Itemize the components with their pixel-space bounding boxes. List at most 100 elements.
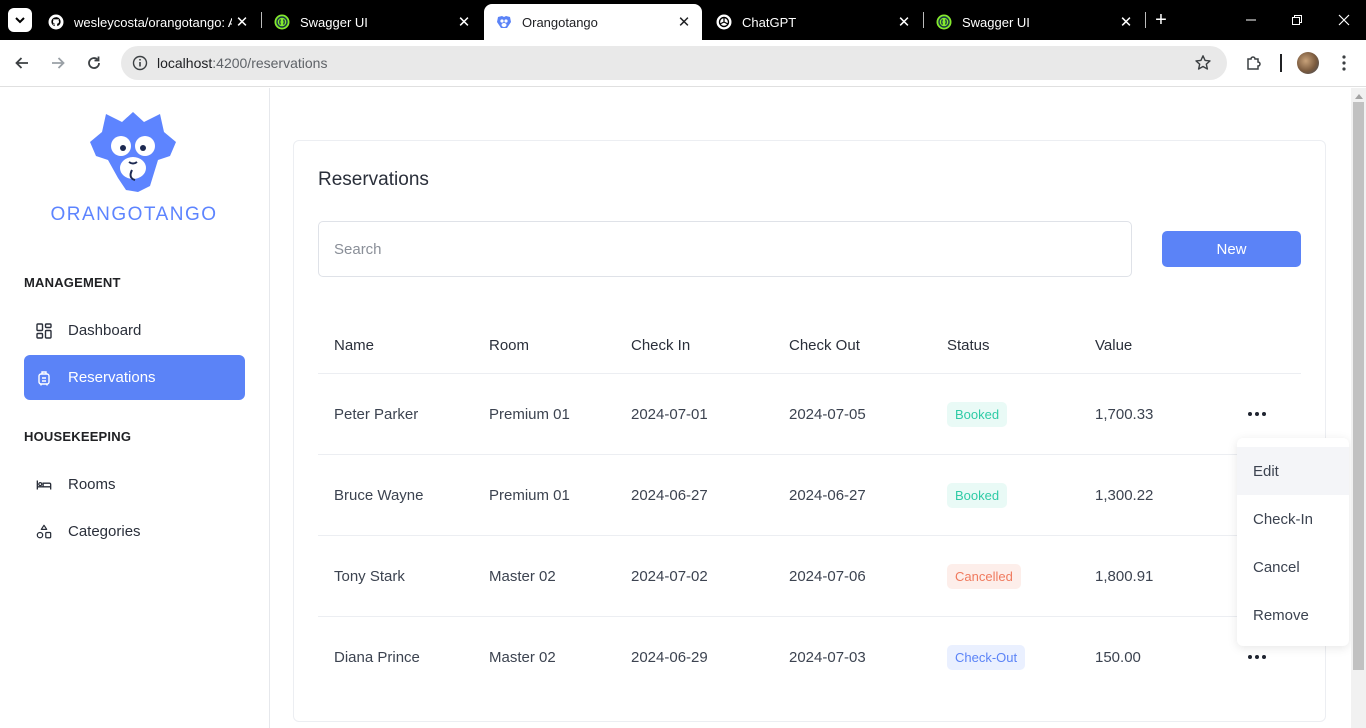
menu-item-edit[interactable]: Edit <box>1237 447 1349 495</box>
column-header-room[interactable]: Room <box>489 337 529 354</box>
cell-room: Master 02 <box>489 649 556 666</box>
status-badge: Cancelled <box>947 564 1021 589</box>
menu-item-check-in[interactable]: Check-In <box>1237 495 1349 543</box>
cell-check-out: 2024-07-06 <box>789 568 866 585</box>
address-bar[interactable]: localhost:4200/reservations <box>121 46 1227 80</box>
restore-icon <box>1292 15 1302 25</box>
table-row: Tony Stark Master 02 2024-07-02 2024-07-… <box>318 536 1301 617</box>
url-path: :4200/reservations <box>212 55 328 71</box>
cell-value: 150.00 <box>1095 649 1141 666</box>
row-actions-menu: Edit Check-In Cancel Remove <box>1237 438 1349 646</box>
cell-name: Tony Stark <box>334 568 405 585</box>
tab-title: wesleycosta/orangotango: A <box>74 14 232 30</box>
browser-tab-active[interactable]: Orangotango ✕ <box>484 4 702 40</box>
scrollbar-thumb[interactable] <box>1353 102 1364 670</box>
cell-name: Peter Parker <box>334 406 419 423</box>
browser-tab[interactable]: Swagger UI ✕ <box>262 4 482 40</box>
minimize-icon <box>1246 19 1256 21</box>
scroll-up-arrow-icon[interactable] <box>1351 90 1366 102</box>
close-icon[interactable]: ✕ <box>894 12 914 32</box>
close-icon <box>1338 14 1350 26</box>
cell-value: 1,300.22 <box>1095 487 1154 504</box>
column-header-value[interactable]: Value <box>1095 337 1132 354</box>
sidebar-item-rooms[interactable]: Rooms <box>24 462 245 507</box>
menu-item-remove[interactable]: Remove <box>1237 591 1349 639</box>
column-header-check-in[interactable]: Check In <box>631 337 690 354</box>
bookmark-star-icon[interactable] <box>1193 53 1213 73</box>
page-title: Reservations <box>318 169 429 190</box>
new-reservation-button[interactable]: New <box>1162 231 1301 267</box>
table-header: Name Room Check In Check Out Status Valu… <box>318 321 1301 374</box>
tab-divider <box>1145 12 1146 28</box>
main-content: Reservations New Name Room Check In Chec… <box>271 88 1351 728</box>
reload-button[interactable] <box>82 51 106 75</box>
table-row: Diana Prince Master 02 2024-06-29 2024-0… <box>318 617 1301 698</box>
table-row: Bruce Wayne Premium 01 2024-06-27 2024-0… <box>318 455 1301 536</box>
close-icon[interactable]: ✕ <box>232 12 252 32</box>
tab-title: Swagger UI <box>300 14 368 30</box>
back-button[interactable] <box>10 51 34 75</box>
browser-tab[interactable]: wesleycosta/orangotango: A ✕ <box>36 4 260 40</box>
sidebar-item-categories[interactable]: Categories <box>24 509 245 554</box>
cell-check-in: 2024-07-01 <box>631 406 708 423</box>
cell-check-in: 2024-06-29 <box>631 649 708 666</box>
close-window-button[interactable] <box>1332 8 1356 32</box>
luggage-icon <box>36 370 52 386</box>
tab-search-button[interactable] <box>8 8 32 32</box>
status-badge: Booked <box>947 402 1008 427</box>
bed-icon <box>36 477 52 493</box>
row-actions-button[interactable] <box>1244 645 1270 669</box>
cell-name: Diana Prince <box>334 649 420 666</box>
puzzle-icon <box>1247 56 1261 70</box>
browser-tab-bar: wesleycosta/orangotango: A ✕ Swagger UI … <box>0 0 1366 40</box>
url-host: localhost <box>157 55 213 71</box>
forward-button[interactable] <box>46 51 70 75</box>
orangotango-logo <box>90 112 176 192</box>
status-badge: Booked <box>947 483 1008 508</box>
close-icon[interactable]: ✕ <box>1116 12 1136 32</box>
browser-tab[interactable]: ChatGPT ✕ <box>704 4 922 40</box>
kebab-menu-icon <box>1342 55 1346 71</box>
browser-tab[interactable]: Swagger UI ✕ <box>924 4 1144 40</box>
arrow-right-icon <box>52 57 65 69</box>
site-info-icon[interactable] <box>131 54 149 72</box>
page-scrollbar[interactable] <box>1351 88 1366 728</box>
url-text: localhost:4200/reservations <box>157 55 327 71</box>
swagger-icon <box>936 14 952 30</box>
column-header-check-out[interactable]: Check Out <box>789 337 860 354</box>
row-actions-button[interactable] <box>1244 402 1270 426</box>
brand-name: ORANGOTANGO <box>50 204 218 225</box>
menu-item-cancel[interactable]: Cancel <box>1237 543 1349 591</box>
dashboard-icon <box>36 322 52 339</box>
sidebar-item-reservations[interactable]: Reservations <box>24 355 245 400</box>
sidebar-item-label: Dashboard <box>68 322 142 339</box>
github-icon <box>48 14 64 30</box>
sidebar-item-dashboard[interactable]: Dashboard <box>24 308 245 353</box>
sidebar-item-label: Categories <box>68 523 141 540</box>
sidebar-item-label: Reservations <box>68 369 156 386</box>
extensions-button[interactable] <box>1242 51 1266 75</box>
cell-check-in: 2024-07-02 <box>631 568 708 585</box>
column-header-name[interactable]: Name <box>334 337 374 354</box>
browser-menu-button[interactable] <box>1332 51 1356 75</box>
cell-name: Bruce Wayne <box>334 487 424 504</box>
tab-title: Orangotango <box>522 14 598 30</box>
cell-check-out: 2024-07-03 <box>789 649 866 666</box>
close-icon[interactable]: ✕ <box>454 12 474 32</box>
profile-avatar[interactable] <box>1297 52 1319 74</box>
restore-button[interactable] <box>1285 8 1309 32</box>
new-tab-button[interactable]: + <box>1150 9 1172 31</box>
reservations-card: Reservations New Name Room Check In Chec… <box>293 140 1326 722</box>
search-input[interactable] <box>318 221 1132 277</box>
minimize-button[interactable] <box>1239 8 1263 32</box>
column-header-status[interactable]: Status <box>947 337 990 354</box>
cell-room: Master 02 <box>489 568 556 585</box>
tab-title: ChatGPT <box>742 14 797 30</box>
cell-value: 1,700.33 <box>1095 406 1154 423</box>
chatgpt-icon <box>716 14 732 30</box>
sidebar-item-label: Rooms <box>68 476 116 493</box>
cell-check-out: 2024-06-27 <box>789 487 866 504</box>
close-icon[interactable]: ✕ <box>674 12 694 32</box>
cell-value: 1,800.91 <box>1095 568 1154 585</box>
status-badge: Check-Out <box>947 645 1026 670</box>
